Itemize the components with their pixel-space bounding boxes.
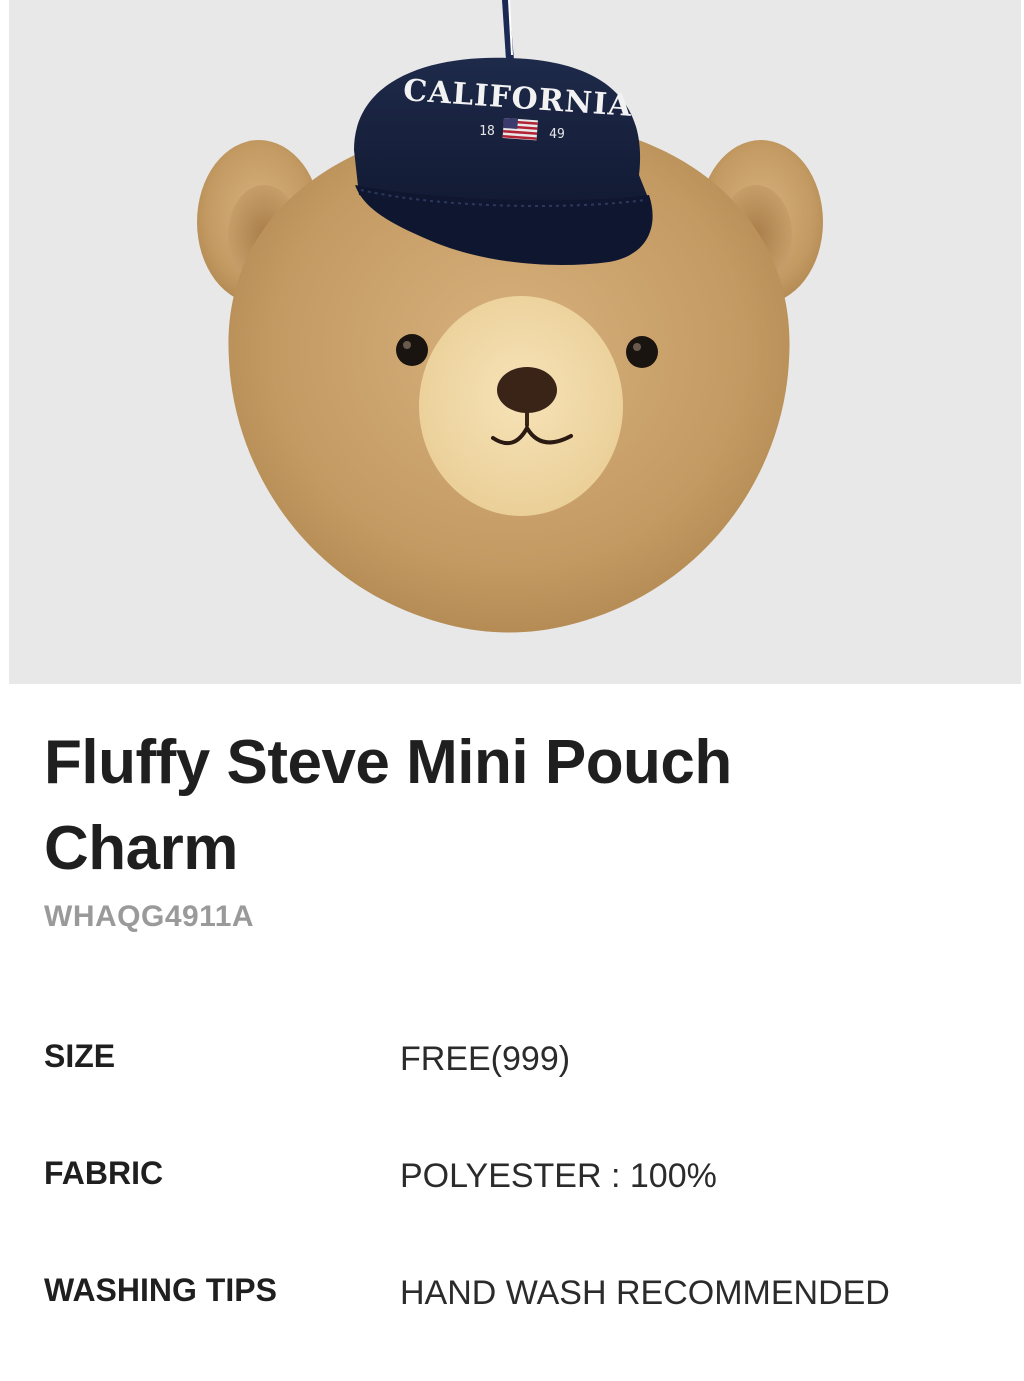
flag-icon xyxy=(502,118,538,141)
bear-charm-illustration: CALIFORNIA 18 49 xyxy=(197,0,823,633)
bear-nose xyxy=(497,367,557,413)
svg-text:49: 49 xyxy=(549,127,565,142)
spec-row-washing-tips: WASHING TIPS HAND WASH RECOMMENDED xyxy=(44,1264,984,1381)
product-code: WHAQG4911A xyxy=(44,900,255,933)
spec-value-fabric: POLYESTER : 100% xyxy=(400,1157,717,1195)
product-image[interactable]: CALIFORNIA 18 49 xyxy=(9,0,1021,684)
right-eye xyxy=(626,336,658,368)
product-info: Fluffy Steve Mini Pouch Charm WHAQG4911A xyxy=(44,720,984,934)
spec-value-washing-tips: HAND WASH RECOMMENDED xyxy=(400,1274,890,1312)
svg-text:18: 18 xyxy=(479,124,495,139)
spec-row-fabric: FABRIC POLYESTER : 100% xyxy=(44,1147,984,1264)
spec-table: SIZE FREE(999) FABRIC POLYESTER : 100% W… xyxy=(44,1030,984,1381)
spec-label-size: SIZE xyxy=(44,1038,116,1074)
spec-label-fabric: FABRIC xyxy=(44,1155,164,1191)
spec-row-size: SIZE FREE(999) xyxy=(44,1030,984,1147)
spec-label-washing-tips: WASHING TIPS xyxy=(44,1272,277,1308)
spec-value-size: FREE(999) xyxy=(400,1040,571,1078)
product-title: Fluffy Steve Mini Pouch Charm xyxy=(44,728,732,883)
left-eye xyxy=(396,334,428,366)
